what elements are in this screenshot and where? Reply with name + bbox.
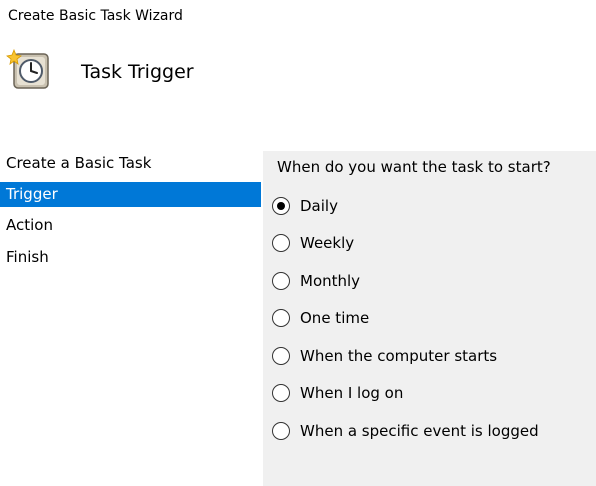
radio-weekly[interactable] bbox=[272, 234, 290, 252]
radio-monthly[interactable] bbox=[272, 272, 290, 290]
option-daily[interactable]: Daily bbox=[272, 194, 338, 218]
sidebar-item-create-a-basic-task[interactable]: Create a Basic Task bbox=[0, 151, 261, 176]
sidebar-item-action[interactable]: Action bbox=[0, 213, 261, 238]
radio-selected-dot bbox=[277, 202, 285, 210]
sidebar-item-trigger[interactable]: Trigger bbox=[0, 182, 261, 207]
wizard-steps-sidebar: Create a Basic Task Trigger Action Finis… bbox=[0, 151, 263, 486]
wizard-content: Create a Basic Task Trigger Action Finis… bbox=[0, 151, 596, 486]
radio-specific-event-logged[interactable] bbox=[272, 422, 290, 440]
option-label: Daily bbox=[300, 197, 338, 215]
window-title: Create Basic Task Wizard bbox=[8, 8, 183, 24]
clock-icon bbox=[6, 48, 49, 89]
trigger-question: When do you want the task to start? bbox=[277, 158, 551, 176]
option-label: When I log on bbox=[300, 384, 404, 402]
option-monthly[interactable]: Monthly bbox=[272, 269, 360, 293]
option-when-i-log-on[interactable]: When I log on bbox=[272, 381, 403, 405]
radio-one-time[interactable] bbox=[272, 309, 290, 327]
option-weekly[interactable]: Weekly bbox=[272, 231, 354, 255]
option-one-time[interactable]: One time bbox=[272, 306, 369, 330]
radio-when-computer-starts[interactable] bbox=[272, 347, 290, 365]
option-label: Monthly bbox=[300, 272, 361, 290]
option-label: Weekly bbox=[300, 234, 355, 252]
radio-daily[interactable] bbox=[272, 197, 290, 215]
sidebar-item-finish[interactable]: Finish bbox=[0, 245, 261, 270]
radio-when-i-log-on[interactable] bbox=[272, 384, 290, 402]
option-label: When the computer starts bbox=[300, 347, 498, 365]
option-label: When a specific event is logged bbox=[300, 422, 539, 440]
page-title: Task Trigger bbox=[81, 61, 194, 83]
option-when-computer-starts[interactable]: When the computer starts bbox=[272, 344, 497, 368]
option-label: One time bbox=[300, 309, 370, 327]
option-specific-event-logged[interactable]: When a specific event is logged bbox=[272, 419, 539, 443]
